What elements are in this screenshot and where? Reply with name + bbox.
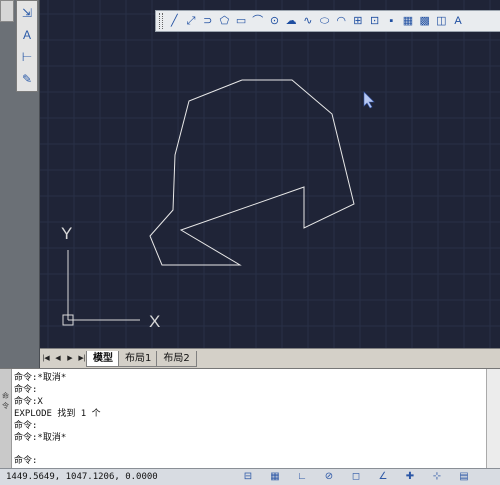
- circle-icon[interactable]: ⊙: [266, 12, 283, 30]
- left-dock: ⇲ A ⊢ ✎: [0, 0, 40, 368]
- command-history-line: 命令:X: [14, 397, 43, 407]
- lineweight-icon[interactable]: ▤: [453, 470, 475, 484]
- tab-model[interactable]: 模型: [86, 350, 120, 367]
- command-window-grip[interactable]: 命令: [0, 369, 12, 469]
- point-icon[interactable]: ▪: [383, 12, 400, 30]
- otrack-icon[interactable]: ∠: [372, 470, 394, 484]
- command-history-line: 命令:*取消*: [14, 373, 67, 383]
- tab-layout2[interactable]: 布局2: [156, 350, 197, 367]
- coordinate-readout: 1449.5649, 1047.1206, 0.0000: [6, 472, 158, 482]
- command-window: 命令 命令:*取消* 命令: 命令:X EXPLODE 找到 1 个命令: 命令:*取消…: [0, 368, 500, 469]
- ortho-icon[interactable]: ∟: [291, 470, 313, 484]
- drawing-geometry: Y X: [61, 79, 375, 331]
- insert-block-icon[interactable]: ⊞: [350, 12, 367, 30]
- command-history-line: EXPLODE 找到 1 个: [14, 409, 101, 419]
- rectangle-icon[interactable]: ▭: [233, 12, 250, 30]
- osnap-icon[interactable]: ◻: [345, 470, 367, 484]
- grid-icon[interactable]: ▦: [264, 470, 286, 484]
- tab-first-icon[interactable]: |◀: [40, 351, 52, 367]
- mouse-cursor-icon: [363, 91, 375, 109]
- line-icon[interactable]: ╱: [166, 12, 183, 30]
- drawing-canvas[interactable]: Y X ╱⤢⊃⬠▭⌒⊙☁∿⬭◠⊞⊡▪▦▩◫A×: [40, 0, 500, 348]
- polygon-icon[interactable]: ⬠: [216, 12, 233, 30]
- toolbar-grip[interactable]: [159, 13, 163, 29]
- construction-line-icon[interactable]: ⤢: [183, 12, 200, 30]
- text-dimension-icon[interactable]: A: [17, 25, 37, 45]
- mtext-icon[interactable]: A: [450, 12, 467, 30]
- command-history: 命令:*取消* 命令: 命令:X EXPLODE 找到 1 个命令: 命令:*取消*: [14, 372, 484, 444]
- exploded-polygon-shape[interactable]: [149, 79, 355, 266]
- ucs-x-label: X: [149, 312, 160, 331]
- spacing-icon[interactable]: ⊢: [17, 47, 37, 67]
- tab-next-icon[interactable]: ▶: [64, 351, 76, 367]
- command-side-label: 命令: [2, 392, 9, 410]
- polyline-icon[interactable]: ⊃: [199, 12, 216, 30]
- ucs-y-label: Y: [61, 224, 72, 243]
- command-history-line: 命令:: [14, 421, 38, 431]
- ducs-icon[interactable]: ✚: [399, 470, 421, 484]
- dimension-toolbar: ⇲ A ⊢ ✎: [16, 0, 38, 92]
- arc-icon[interactable]: ⌒: [249, 12, 266, 30]
- command-history-line: 命令:: [14, 385, 38, 395]
- polar-icon[interactable]: ⊘: [318, 470, 340, 484]
- tab-prev-icon[interactable]: ◀: [52, 351, 64, 367]
- command-input[interactable]: 命令:: [14, 455, 37, 467]
- layout-tabs-bar: |◀ ◀ ▶ ▶| 模型 布局1 布局2: [40, 348, 500, 368]
- draw-toolbar: ╱⤢⊃⬠▭⌒⊙☁∿⬭◠⊞⊡▪▦▩◫A×: [155, 10, 500, 32]
- make-block-icon[interactable]: ⊡: [366, 12, 383, 30]
- dyn-icon[interactable]: ⊹: [426, 470, 448, 484]
- gradient-icon[interactable]: ▩: [416, 12, 433, 30]
- status-bar: 1449.5649, 1047.1206, 0.0000 ⊟ ▦ ∟ ⊘ ◻ ∠ ✚ ⊹ ▤: [0, 468, 500, 485]
- revision-cloud-icon[interactable]: ☁: [283, 12, 300, 30]
- tab-layout1[interactable]: 布局1: [118, 350, 159, 367]
- command-history-line: 命令:*取消*: [14, 433, 67, 443]
- hatch-icon[interactable]: ▦: [400, 12, 417, 30]
- ellipse-icon[interactable]: ⬭: [316, 12, 333, 30]
- command-scrollbar[interactable]: [486, 369, 500, 469]
- region-icon[interactable]: ◫: [433, 12, 450, 30]
- brush-icon[interactable]: ✎: [17, 69, 37, 89]
- properties-panel-tab[interactable]: [0, 0, 14, 22]
- spline-icon[interactable]: ∿: [300, 12, 317, 30]
- snap-icon[interactable]: ⊟: [237, 470, 259, 484]
- pointer-icon[interactable]: ⇲: [17, 3, 37, 23]
- ellipse-arc-icon[interactable]: ◠: [333, 12, 350, 30]
